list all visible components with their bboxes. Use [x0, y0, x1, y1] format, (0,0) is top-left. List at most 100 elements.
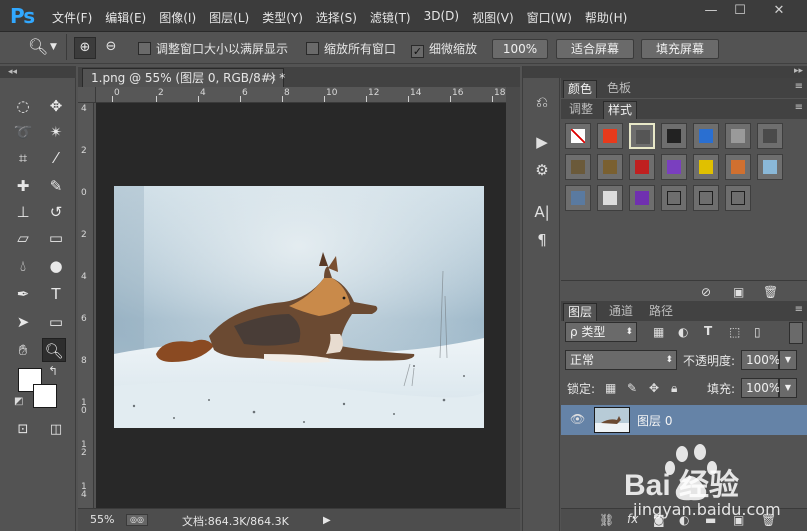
filter-smart-object-icon[interactable]: ▯	[754, 325, 761, 339]
opacity-dropdown[interactable]: ▼	[779, 350, 797, 370]
quick-mask-icon[interactable]: ⊡	[11, 418, 35, 442]
dark-chrome-style-swatch[interactable]	[661, 123, 687, 149]
rainbow-style-swatch[interactable]	[661, 154, 687, 180]
lock-position-icon[interactable]: ✥	[649, 381, 659, 395]
minimize-button[interactable]: —	[699, 3, 723, 21]
eyedropper-tool-icon[interactable]: ⁄	[44, 146, 68, 170]
blur-tool-icon[interactable]: 💧︎	[11, 254, 35, 278]
gray-style-swatch[interactable]	[725, 123, 751, 149]
zoom-100-button[interactable]: 100%	[492, 39, 548, 59]
zoom-out-icon[interactable]: ⊖	[100, 37, 122, 59]
background-color-swatch[interactable]	[33, 384, 57, 408]
eye-visibility-icon[interactable]: 👁︎	[570, 412, 585, 426]
menu-item[interactable]: 帮助(H)	[585, 9, 627, 26]
layer-filter-kind-select[interactable]: ρ 类型 ⬍	[565, 322, 637, 342]
menu-item[interactable]: 文件(F)	[52, 9, 92, 26]
light-blue-style-swatch[interactable]	[757, 154, 783, 180]
strip-header[interactable]	[523, 66, 561, 78]
marquee-tool-icon[interactable]: ◌	[11, 94, 35, 118]
tab-channels[interactable]: 通道	[605, 303, 637, 321]
menu-item[interactable]: 视图(V)	[472, 9, 514, 26]
fill-screen-button[interactable]: 填充屏幕	[641, 39, 719, 59]
swap-colors-icon[interactable]: ↰	[48, 364, 58, 378]
menu-item[interactable]: 滤镜(T)	[370, 9, 411, 26]
tools-panel-header[interactable]: ◂◂	[0, 66, 76, 78]
bronze-style-swatch[interactable]	[565, 154, 591, 180]
zoom-in-icon[interactable]: ⊕	[74, 37, 96, 59]
rectangle-tool-icon[interactable]: ▭	[44, 310, 68, 334]
layer-name[interactable]: 图层 0	[637, 412, 672, 429]
move-tool-icon[interactable]: ✥	[44, 94, 68, 118]
red-stripes-style-swatch[interactable]	[629, 154, 655, 180]
selected-frame-style-swatch[interactable]	[629, 123, 655, 149]
default-colors-icon[interactable]: ◩	[14, 396, 23, 407]
tab-swatches[interactable]: 色板	[603, 80, 635, 98]
crop-tool-icon[interactable]: ⌗	[11, 146, 35, 170]
lock-all-icon[interactable]: 🔒︎	[671, 381, 677, 396]
resize-windows-option[interactable]: 调整窗口大小以满屏显示	[138, 40, 288, 57]
history-brush-tool-icon[interactable]: ↺	[44, 200, 68, 224]
tab-styles[interactable]: 样式	[603, 101, 638, 119]
menu-item[interactable]: 选择(S)	[316, 9, 357, 26]
restore-button[interactable]: ☐	[728, 3, 752, 21]
zoom-all-windows-option[interactable]: 缩放所有窗口	[306, 40, 396, 57]
layer-row[interactable]: 👁︎ 图层 0	[561, 405, 807, 435]
menu-item[interactable]: 编辑(E)	[105, 9, 146, 26]
fill-dropdown[interactable]: ▼	[779, 378, 797, 398]
document-tab[interactable]: 1.png @ 55% (图层 0, RGB/8#) * ×	[82, 68, 285, 87]
clear-style-icon[interactable]: ⊘	[701, 285, 711, 299]
blue-glass-style-swatch[interactable]	[693, 123, 719, 149]
chevron-down-icon[interactable]: ▼	[50, 42, 57, 52]
fill-input[interactable]: 100%	[741, 378, 780, 398]
panels-header[interactable]: ▸▸	[561, 66, 807, 78]
tab-color[interactable]: 颜色	[563, 80, 598, 98]
clone-stamp-tool-icon[interactable]: ⊥	[11, 200, 35, 224]
menu-item[interactable]: 图层(L)	[209, 9, 249, 26]
landscape-style-swatch[interactable]	[565, 185, 591, 211]
menu-item[interactable]: 类型(Y)	[262, 9, 303, 26]
dark-shadow-style-swatch[interactable]	[661, 185, 687, 211]
path-selection-tool-icon[interactable]: ➤	[11, 310, 35, 334]
tab-adjustments[interactable]: 调整	[565, 101, 597, 119]
empty-outline-style-swatch[interactable]	[725, 185, 751, 211]
delete-style-icon[interactable]: 🗑︎	[763, 285, 778, 299]
filter-type-icon[interactable]: T	[704, 324, 712, 338]
screen-mode-icon[interactable]: ◫	[44, 418, 68, 442]
new-style-icon[interactable]: ▣	[733, 285, 744, 299]
menu-item[interactable]: 图像(I)	[159, 9, 196, 26]
healing-brush-tool-icon[interactable]: ✚	[11, 174, 35, 198]
type-tool-icon[interactable]: T	[44, 282, 68, 306]
gradient-tool-icon[interactable]: ▭	[44, 226, 68, 250]
link-layers-icon[interactable]: ⛓︎	[599, 513, 614, 527]
paragraph-panel-icon[interactable]: ¶	[531, 230, 553, 250]
actions-panel-icon[interactable]: ▶	[531, 132, 553, 152]
pen-tool-icon[interactable]: ✒	[11, 282, 35, 306]
orange-gradient-style-swatch[interactable]	[725, 154, 751, 180]
scrubby-zoom-checkbox[interactable]: ✓	[411, 45, 424, 58]
menu-item[interactable]: 3D(D)	[424, 9, 459, 26]
brush-tool-icon[interactable]: ✎	[44, 174, 68, 198]
status-preview-icon[interactable]: ◎◎	[126, 514, 148, 526]
filter-pixel-icon[interactable]: ▦	[653, 325, 664, 339]
status-menu-arrow[interactable]: ▶	[323, 515, 331, 526]
close-window-button[interactable]: ✕	[760, 3, 798, 21]
opacity-input[interactable]: 100%	[741, 350, 780, 370]
red-glow-style-swatch[interactable]	[597, 123, 623, 149]
gold-texture-style-swatch[interactable]	[597, 154, 623, 180]
menu-item[interactable]: 窗口(W)	[527, 9, 572, 26]
magic-wand-tool-icon[interactable]: ✴	[44, 120, 68, 144]
close-tab-icon[interactable]: ×	[268, 69, 277, 87]
tab-paths[interactable]: 路径	[645, 303, 677, 321]
lock-image-icon[interactable]: ✎	[627, 381, 637, 395]
hand-tool-icon[interactable]: ✋︎	[11, 338, 35, 362]
checker-style-swatch[interactable]	[597, 185, 623, 211]
dodge-tool-icon[interactable]: ●	[44, 254, 68, 278]
filter-adjustment-icon[interactable]: ◐	[678, 325, 688, 339]
dark-gradient-style-swatch[interactable]	[757, 123, 783, 149]
properties-panel-icon[interactable]: ⚙	[531, 160, 553, 180]
panel-menu-icon[interactable]: ≡	[795, 102, 803, 113]
lasso-tool-icon[interactable]: ➰	[11, 120, 35, 144]
resize-windows-checkbox[interactable]	[138, 42, 151, 55]
blend-mode-select[interactable]: 正常 ⬍	[565, 350, 677, 370]
panel-menu-icon[interactable]: ≡	[795, 81, 803, 92]
